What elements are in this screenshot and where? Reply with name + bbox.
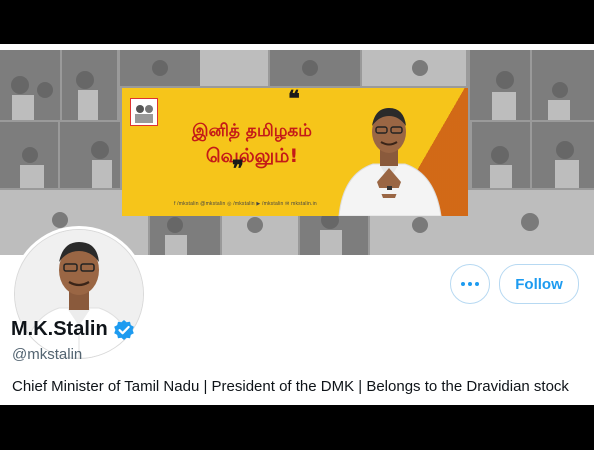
campaign-banner-card: ❝ இனித் தமிழகம் வெல்லும்! ❞ f /mkstalin … xyxy=(122,88,468,216)
banner-social-handles: f /mkstalin @mkstalin ◎ /mkstalin ▶ /mks… xyxy=(174,201,317,207)
profile-bio: Chief Minister of Tamil Nadu | President… xyxy=(12,378,569,395)
profile-avatar[interactable] xyxy=(11,226,147,362)
banner-slogan-line2: வெல்லும்! xyxy=(205,145,299,167)
follow-button[interactable]: Follow xyxy=(499,264,579,304)
banner-leader-photo xyxy=(338,108,442,216)
leader-mini-portrait-image xyxy=(130,98,158,126)
quote-close-mark: ❞ xyxy=(232,156,244,182)
letterbox-top xyxy=(0,0,594,44)
letterbox-bottom xyxy=(0,405,594,450)
verified-badge-icon[interactable] xyxy=(113,319,135,341)
profile-display-name: M.K.Stalin xyxy=(11,318,108,340)
profile-handle: @mkstalin xyxy=(12,346,83,363)
banner-slogan-line1: இனித் தமிழகம் xyxy=(192,121,312,141)
more-options-button[interactable] xyxy=(450,264,490,304)
profile-name-row: M.K.Stalin xyxy=(11,318,135,341)
quote-open-mark: ❝ xyxy=(288,88,300,112)
profile-banner[interactable]: ❝ இனித் தமிழகம் வெல்லும்! ❞ f /mkstalin … xyxy=(0,50,594,255)
profile-page: ❝ இனித் தமிழகம் வெல்லும்! ❞ f /mkstalin … xyxy=(0,44,594,405)
more-horizontal-icon xyxy=(461,282,479,286)
screenshot-frame: ❝ இனித் தமிழகம் வெல்லும்! ❞ f /mkstalin … xyxy=(0,0,594,450)
